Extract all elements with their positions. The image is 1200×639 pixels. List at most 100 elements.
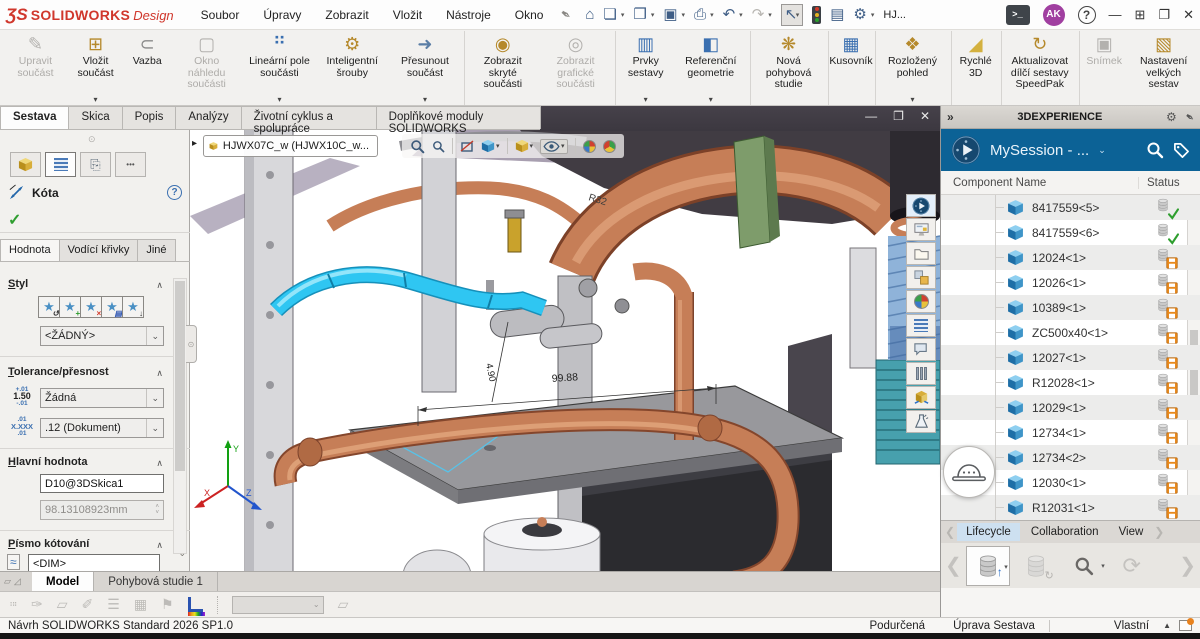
solidworks-resources-tab[interactable] [906,218,936,241]
menu-item[interactable]: Zobrazit [324,6,369,24]
confirm-check-button[interactable]: ✓ [8,210,21,230]
component-row[interactable]: 8417559<5> [941,195,1200,220]
ribbon-button[interactable]: ▢ Okno náhledu součásti [170,31,243,105]
update-components-tab[interactable] [906,386,936,409]
commandmanager-tab[interactable]: Analýzy [175,106,241,129]
options-gear-icon[interactable]: ⚙ [853,7,866,23]
featuremanager-tab[interactable] [10,152,41,177]
chevron-down-icon[interactable]: ▾ [871,11,875,19]
menu-item[interactable]: Úpravy [262,6,302,24]
chevron-down-icon[interactable]: ▾ [530,142,534,150]
collapse-panel-icon[interactable]: » [947,110,954,124]
collapse-icon[interactable]: ∧ [156,458,163,469]
doc-minimize-icon[interactable]: — [865,109,877,123]
ribbon-button[interactable]: ❋ Nová pohybová studie [752,31,829,105]
select-tool-button[interactable]: ↖ ▾ [781,4,803,26]
open-icon[interactable]: ❒ [633,7,646,23]
panel-pin-icon[interactable]: ✒ [1182,109,1197,125]
apply-scene-icon[interactable] [603,140,616,153]
dimension-subtab[interactable]: Jiné [137,239,175,261]
model-tab[interactable]: Model [32,572,94,591]
model-tab[interactable]: Pohybová studie 1 [94,572,218,591]
collapse-icon[interactable]: ∧ [156,368,163,379]
tolerance-dropdown[interactable]: Žádná ⌄ [40,388,164,408]
ribbon-button[interactable]: ➜ Přesunout součást ▾ [389,31,466,105]
save-to-3dexperience-button[interactable]: ↑ ▾ [966,546,1010,586]
panel-tab[interactable]: Lifecycle [957,523,1020,541]
panel-gear-icon[interactable]: ⚙ [1166,110,1177,124]
ribbon-button[interactable]: ▦ Kusovník [830,31,876,105]
zoom-to-fit-icon[interactable] [410,139,425,154]
panel-scrollbar[interactable] [173,278,187,554]
chevron-down-icon[interactable]: ▾ [710,11,714,19]
ribbon-button[interactable]: ⚙ Inteligentní šrouby [316,31,389,105]
chevron-down-icon[interactable]: ▾ [651,11,655,19]
doc-close-icon[interactable]: ✕ [920,109,930,123]
panel-flyout-handle[interactable]: ⊙ [186,325,197,363]
terminal-icon[interactable]: >_ [1006,5,1030,25]
commandmanager-tab[interactable]: Skica [68,106,122,129]
ribbon-button[interactable]: ◎ Zobrazit grafické součásti [539,31,616,105]
chevron-down-icon[interactable]: ▾ [561,142,565,150]
performance-monitor-icon[interactable] [812,6,821,24]
commandmanager-tab[interactable]: Popis [122,106,177,129]
dimension-label[interactable]: 99.88 [551,371,578,385]
collapse-icon[interactable]: ∧ [156,280,163,291]
dimension-text-section-header[interactable]: Písmo kótování [8,538,89,550]
graphics-viewport[interactable]: R32 [190,130,940,591]
menu-item[interactable]: Soubor [200,6,241,24]
commandmanager-tab[interactable]: Sestava [0,106,69,129]
panel-tab[interactable]: View [1110,523,1153,541]
undo-icon[interactable]: ↶ [723,7,736,23]
session-title[interactable]: MySession - ... [990,142,1089,159]
primary-value-section-header[interactable]: Hlavní hodnota [8,456,87,468]
assistant-helmet-button[interactable] [943,446,995,498]
column-status[interactable]: Status [1138,177,1200,189]
file-explorer-tab[interactable] [906,266,936,289]
ribbon-button[interactable]: ▥ Prvky sestavy ▾ [617,31,674,105]
comments-tab[interactable] [906,338,936,361]
configurationmanager-tab[interactable]: ⎘ [80,152,111,177]
spin-down-icon[interactable]: ˅ [155,510,159,516]
ribbon-button[interactable]: ⠛ Lineární pole součásti ▾ [243,31,316,105]
menu-item[interactable]: Nástroje [445,6,492,24]
commandmanager-tab[interactable]: Doplňkové moduly SOLIDWORKS [376,106,541,129]
ribbon-button[interactable]: ▧ Nastavení velkých sestav [1127,31,1200,105]
ribbon-button[interactable]: ❖ Rozložený pohled ▾ [877,31,952,105]
configuration-selector[interactable]: Vlastní [1100,620,1163,632]
featuremanager-flyout-icon[interactable]: ▸ [192,138,197,149]
apply-default-style-button[interactable]: ★↺ [38,296,60,318]
appearances-scenes-tab[interactable] [906,290,936,313]
view-orientation-icon[interactable]: ▾ [481,139,500,153]
new-document-icon[interactable]: ❏ [603,7,616,23]
spinner-arrows[interactable]: ˄˅ [155,504,159,516]
save-icon[interactable]: ▣ [663,7,677,23]
component-row[interactable]: R12028<1> [941,370,1200,395]
chevron-down-icon[interactable]: ⌄ [1098,145,1106,156]
hide-show-items-icon[interactable]: ▾ [540,139,568,154]
document-tab[interactable]: HJWX07C_w (HJWX10C_w... [203,135,378,157]
chevron-down-icon[interactable]: ▾ [739,11,743,19]
ribbon-button[interactable]: ✎ Upravit součást [4,31,67,105]
style-dropdown[interactable]: <ŽÁDNÝ> ⌄ [40,326,164,346]
chevron-up-icon[interactable]: ▲ [1163,621,1171,630]
3dexperience-compass-icon[interactable] [951,135,981,165]
ribbon-button[interactable]: ⊞ Vložit součást ▾ [67,31,124,105]
design-library-tab[interactable] [906,242,936,265]
home-icon[interactable]: ⌂ [585,7,594,23]
dimension-subtab[interactable]: Vodící křivky [59,239,139,261]
more-tabs-button[interactable]: ••• [115,152,146,177]
component-row[interactable]: 8417559<6> [941,220,1200,245]
scroll-down-icon[interactable]: ⌄ [178,548,186,559]
ribbon-button[interactable]: ◧ Referenční geometrie ▾ [674,31,751,105]
explore-button[interactable]: ▾ [1062,546,1106,586]
component-row[interactable]: 12734<1> [941,420,1200,445]
print-icon[interactable]: ⎙ [694,7,706,23]
component-row[interactable]: R12031<1> [941,495,1200,520]
add-style-button[interactable]: ★+ [59,296,81,318]
panel-splitter-handle[interactable]: ⊙ [88,134,96,145]
component-row[interactable]: ZC500x40<1> [941,320,1200,345]
precision-dropdown[interactable]: .12 (Dokument) ⌄ [40,418,164,438]
ribbon-button[interactable]: ⊂ Vazba [124,31,170,105]
dimension-name-input[interactable]: D10@3DSkica1 [40,474,164,493]
